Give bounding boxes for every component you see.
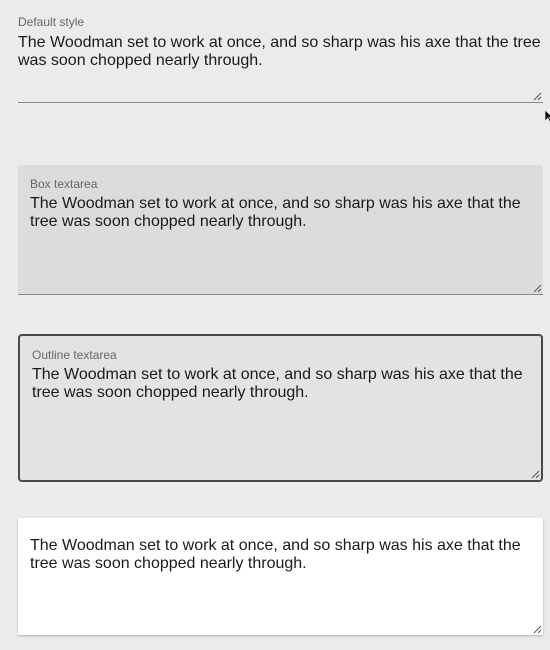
outline-textarea[interactable]: The Woodman set to work at once, and so … xyxy=(32,366,532,426)
resize-grip-icon[interactable] xyxy=(533,625,542,634)
outline-textarea-label: Outline textarea xyxy=(32,348,117,362)
box-textarea[interactable]: The Woodman set to work at once, and so … xyxy=(30,195,530,255)
plain-textarea[interactable]: The Woodman set to work at once, and so … xyxy=(30,537,530,597)
outline-textarea-field: Outline textarea The Woodman set to work… xyxy=(18,334,543,482)
resize-grip-icon[interactable] xyxy=(533,92,542,101)
default-textarea-field: Default style The Woodman set to work at… xyxy=(18,12,543,103)
box-textarea-field: Box textarea The Woodman set to work at … xyxy=(18,165,543,295)
plain-textarea-field: The Woodman set to work at once, and so … xyxy=(18,518,543,635)
resize-grip-icon[interactable] xyxy=(533,284,542,293)
box-textarea-label: Box textarea xyxy=(30,177,98,191)
default-textarea[interactable]: The Woodman set to work at once, and so … xyxy=(18,34,543,94)
mouse-pointer-icon xyxy=(545,110,550,124)
resize-grip-icon[interactable] xyxy=(531,470,540,479)
default-textarea-label: Default style xyxy=(18,15,85,29)
